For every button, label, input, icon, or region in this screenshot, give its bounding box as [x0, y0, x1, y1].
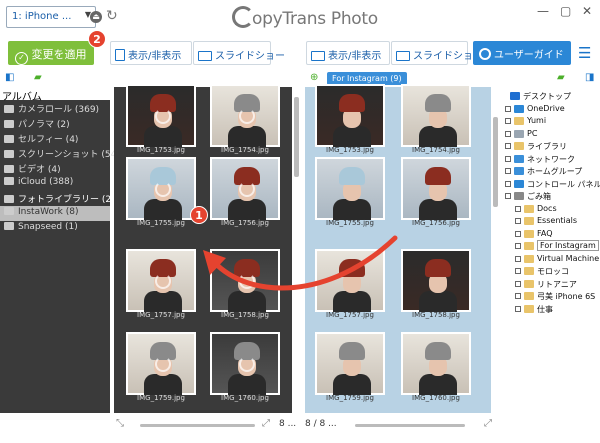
- step-2-badge: 2: [88, 30, 106, 48]
- drag-arrow-annotation: [203, 235, 398, 291]
- drag-arrow-path: [211, 235, 398, 291]
- step-1-badge: 1: [190, 206, 208, 224]
